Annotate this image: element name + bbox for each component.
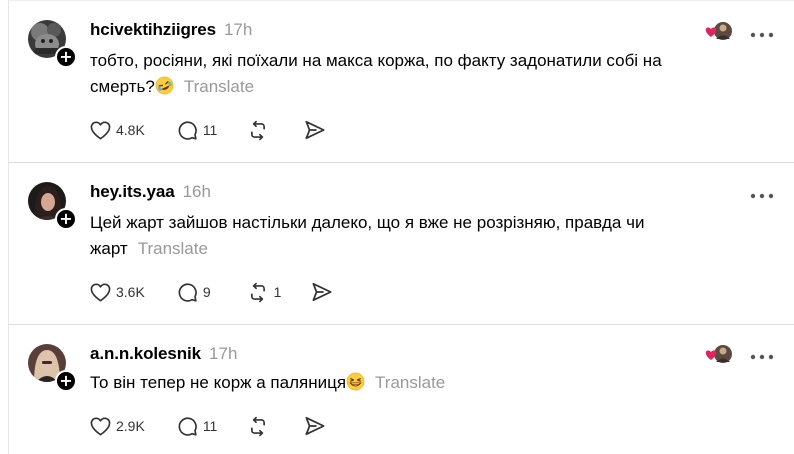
post-body: тобто, росіяни, які поїхали на макса кор… xyxy=(90,51,662,96)
timestamp[interactable]: 17h xyxy=(209,344,237,364)
repost-arrows-icon xyxy=(247,120,269,141)
repost-button[interactable]: 1 xyxy=(247,282,282,303)
translate-link[interactable]: Translate xyxy=(375,373,445,392)
like-count: 3.6K xyxy=(116,284,145,300)
username[interactable]: a.n.n.kolesnik xyxy=(90,344,201,364)
send-paper-plane-icon xyxy=(304,120,326,140)
repost-arrows-icon xyxy=(247,416,269,437)
translate-link[interactable]: Translate xyxy=(184,77,254,96)
post-divider xyxy=(9,162,794,163)
like-button[interactable]: 2.9K xyxy=(90,416,145,436)
reply-count: 11 xyxy=(202,122,218,138)
post-divider xyxy=(9,324,794,325)
comment-bubble-icon xyxy=(177,282,198,303)
timestamp[interactable]: 16h xyxy=(183,182,211,202)
reactors-avatars[interactable] xyxy=(702,20,732,42)
feed-top-border xyxy=(8,0,794,1)
send-paper-plane-icon xyxy=(304,416,326,436)
post-text-block: Цей жарт зайшов настільки далеко, що я в… xyxy=(90,210,730,262)
follow-plus-icon[interactable]: + xyxy=(55,208,77,230)
more-dots-icon[interactable] xyxy=(748,349,776,360)
like-button[interactable]: 3.6K xyxy=(90,282,145,302)
post-actions: 2.9K 11 xyxy=(90,414,326,438)
heart-icon xyxy=(90,120,111,140)
like-count: 2.9K xyxy=(116,418,145,434)
repost-arrows-icon xyxy=(247,282,269,303)
heart-icon xyxy=(90,282,111,302)
post-actions: 4.8K 11 xyxy=(90,118,326,142)
post-text-block: То він тепер не корж а паляниця Translate xyxy=(90,370,730,396)
more-dots-icon[interactable] xyxy=(748,27,776,38)
heart-icon xyxy=(90,416,111,436)
follow-plus-icon[interactable]: + xyxy=(55,370,77,392)
feed-left-border xyxy=(8,0,9,454)
grinning-squinting-emoji-icon xyxy=(346,372,365,391)
reply-button[interactable]: 11 xyxy=(177,416,218,437)
reply-count: 9 xyxy=(202,284,211,300)
repost-button[interactable] xyxy=(247,120,274,141)
reply-count: 11 xyxy=(202,418,218,434)
comment-bubble-icon xyxy=(177,120,198,141)
username[interactable]: hcivektihziigres xyxy=(90,20,216,40)
timestamp[interactable]: 17h xyxy=(224,20,252,40)
post-body: То він тепер не корж а паляниця xyxy=(90,373,347,392)
share-button[interactable] xyxy=(304,120,326,140)
share-button[interactable] xyxy=(311,282,333,302)
like-button[interactable]: 4.8K xyxy=(90,120,145,140)
translate-link[interactable]: Translate xyxy=(138,239,208,258)
rolling-laughing-emoji-icon xyxy=(155,76,174,95)
post-actions: 3.6K 9 1 xyxy=(90,280,333,304)
repost-count: 1 xyxy=(273,284,282,300)
username[interactable]: hey.its.yaa xyxy=(90,182,175,202)
avatar[interactable]: + xyxy=(28,20,77,72)
avatar[interactable]: + xyxy=(28,182,77,234)
share-button[interactable] xyxy=(304,416,326,436)
reply-button[interactable]: 11 xyxy=(177,120,218,141)
more-dots-icon[interactable] xyxy=(748,188,776,199)
reply-button[interactable]: 9 xyxy=(177,282,211,303)
reactors-avatars[interactable] xyxy=(702,343,732,365)
repost-button[interactable] xyxy=(247,416,274,437)
comment-bubble-icon xyxy=(177,416,198,437)
avatar[interactable]: + xyxy=(28,344,77,396)
send-paper-plane-icon xyxy=(311,282,333,302)
post-text-block: тобто, росіяни, які поїхали на макса кор… xyxy=(90,48,730,100)
follow-plus-icon[interactable]: + xyxy=(55,46,77,68)
like-count: 4.8K xyxy=(116,122,145,138)
